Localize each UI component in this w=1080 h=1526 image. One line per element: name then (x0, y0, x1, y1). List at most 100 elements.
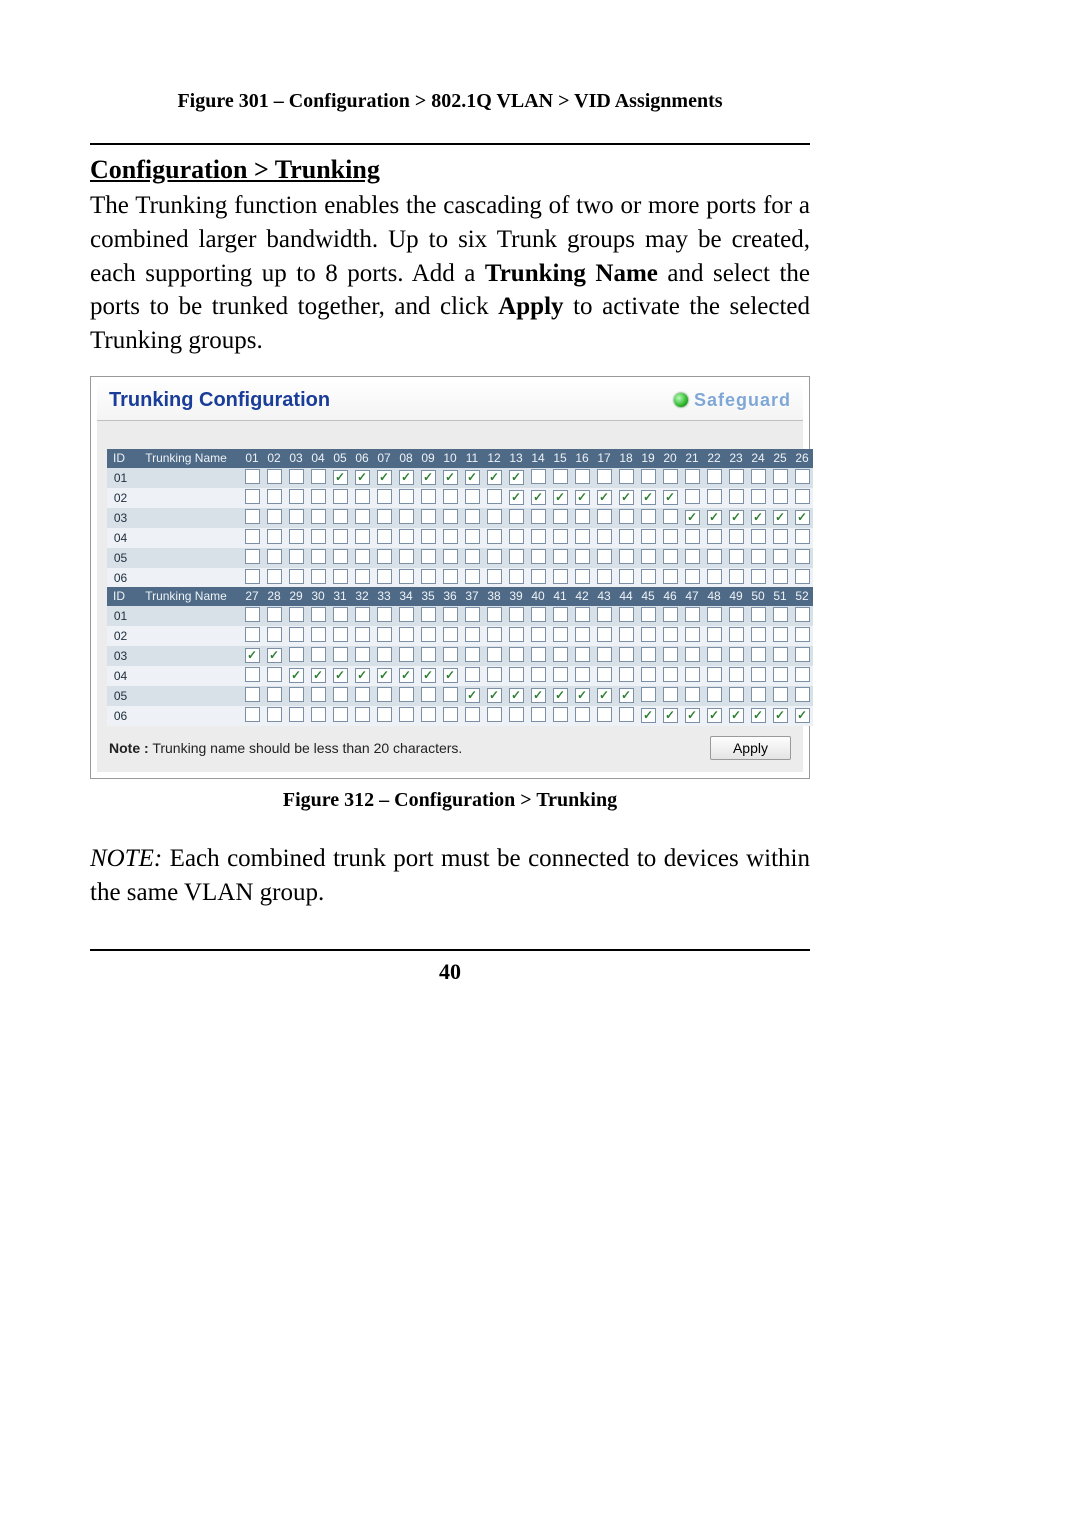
port-checkbox[interactable] (245, 648, 260, 663)
port-checkbox[interactable] (597, 607, 612, 622)
port-checkbox[interactable] (311, 569, 326, 584)
port-checkbox[interactable] (795, 667, 810, 682)
port-checkbox[interactable] (575, 667, 590, 682)
port-checkbox[interactable] (509, 569, 524, 584)
port-checkbox[interactable] (509, 627, 524, 642)
port-checkbox[interactable] (707, 569, 722, 584)
port-checkbox[interactable] (443, 707, 458, 722)
port-checkbox[interactable] (641, 627, 656, 642)
port-checkbox[interactable] (311, 469, 326, 484)
trunking-name-input[interactable] (131, 606, 241, 626)
port-checkbox[interactable] (465, 509, 480, 524)
port-checkbox[interactable] (245, 549, 260, 564)
port-checkbox[interactable] (531, 667, 546, 682)
port-checkbox[interactable] (685, 687, 700, 702)
port-checkbox[interactable] (465, 607, 480, 622)
port-checkbox[interactable] (729, 489, 744, 504)
port-checkbox[interactable] (421, 489, 436, 504)
port-checkbox[interactable] (311, 627, 326, 642)
trunking-name-input[interactable] (131, 488, 241, 508)
port-checkbox[interactable] (795, 510, 810, 525)
port-checkbox[interactable] (377, 529, 392, 544)
port-checkbox[interactable] (267, 627, 282, 642)
port-checkbox[interactable] (311, 509, 326, 524)
port-checkbox[interactable] (619, 707, 634, 722)
port-checkbox[interactable] (245, 509, 260, 524)
port-checkbox[interactable] (795, 489, 810, 504)
port-checkbox[interactable] (421, 627, 436, 642)
port-checkbox[interactable] (641, 529, 656, 544)
port-checkbox[interactable] (619, 549, 634, 564)
port-checkbox[interactable] (399, 569, 414, 584)
port-checkbox[interactable] (531, 529, 546, 544)
port-checkbox[interactable] (267, 667, 282, 682)
port-checkbox[interactable] (751, 647, 766, 662)
port-checkbox[interactable] (619, 647, 634, 662)
port-checkbox[interactable] (531, 647, 546, 662)
apply-button[interactable]: Apply (710, 736, 791, 760)
port-checkbox[interactable] (553, 529, 568, 544)
port-checkbox[interactable] (509, 647, 524, 662)
port-checkbox[interactable] (619, 569, 634, 584)
port-checkbox[interactable] (267, 707, 282, 722)
port-checkbox[interactable] (663, 569, 678, 584)
port-checkbox[interactable] (685, 469, 700, 484)
port-checkbox[interactable] (355, 569, 370, 584)
port-checkbox[interactable] (333, 470, 348, 485)
port-checkbox[interactable] (597, 469, 612, 484)
port-checkbox[interactable] (487, 707, 502, 722)
port-checkbox[interactable] (597, 549, 612, 564)
port-checkbox[interactable] (707, 627, 722, 642)
port-checkbox[interactable] (619, 529, 634, 544)
port-checkbox[interactable] (377, 489, 392, 504)
port-checkbox[interactable] (333, 707, 348, 722)
port-checkbox[interactable] (443, 668, 458, 683)
port-checkbox[interactable] (751, 489, 766, 504)
port-checkbox[interactable] (399, 489, 414, 504)
port-checkbox[interactable] (399, 668, 414, 683)
port-checkbox[interactable] (355, 607, 370, 622)
port-checkbox[interactable] (663, 607, 678, 622)
port-checkbox[interactable] (333, 509, 348, 524)
port-checkbox[interactable] (553, 469, 568, 484)
port-checkbox[interactable] (289, 707, 304, 722)
port-checkbox[interactable] (443, 647, 458, 662)
port-checkbox[interactable] (487, 509, 502, 524)
port-checkbox[interactable] (509, 529, 524, 544)
port-checkbox[interactable] (685, 647, 700, 662)
port-checkbox[interactable] (707, 529, 722, 544)
port-checkbox[interactable] (751, 469, 766, 484)
port-checkbox[interactable] (641, 647, 656, 662)
port-checkbox[interactable] (399, 529, 414, 544)
port-checkbox[interactable] (729, 510, 744, 525)
port-checkbox[interactable] (751, 569, 766, 584)
port-checkbox[interactable] (531, 469, 546, 484)
port-checkbox[interactable] (795, 607, 810, 622)
port-checkbox[interactable] (245, 687, 260, 702)
port-checkbox[interactable] (575, 627, 590, 642)
port-checkbox[interactable] (311, 687, 326, 702)
port-checkbox[interactable] (311, 549, 326, 564)
port-checkbox[interactable] (597, 707, 612, 722)
port-checkbox[interactable] (531, 627, 546, 642)
port-checkbox[interactable] (421, 647, 436, 662)
port-checkbox[interactable] (531, 607, 546, 622)
trunking-name-input[interactable] (131, 666, 241, 686)
port-checkbox[interactable] (553, 549, 568, 564)
port-checkbox[interactable] (641, 469, 656, 484)
port-checkbox[interactable] (267, 469, 282, 484)
port-checkbox[interactable] (663, 647, 678, 662)
port-checkbox[interactable] (663, 627, 678, 642)
port-checkbox[interactable] (773, 569, 788, 584)
port-checkbox[interactable] (355, 627, 370, 642)
port-checkbox[interactable] (531, 569, 546, 584)
port-checkbox[interactable] (399, 607, 414, 622)
port-checkbox[interactable] (575, 529, 590, 544)
port-checkbox[interactable] (707, 647, 722, 662)
trunking-name-input[interactable] (131, 548, 241, 568)
port-checkbox[interactable] (751, 529, 766, 544)
port-checkbox[interactable] (685, 569, 700, 584)
port-checkbox[interactable] (443, 607, 458, 622)
port-checkbox[interactable] (641, 549, 656, 564)
port-checkbox[interactable] (663, 490, 678, 505)
